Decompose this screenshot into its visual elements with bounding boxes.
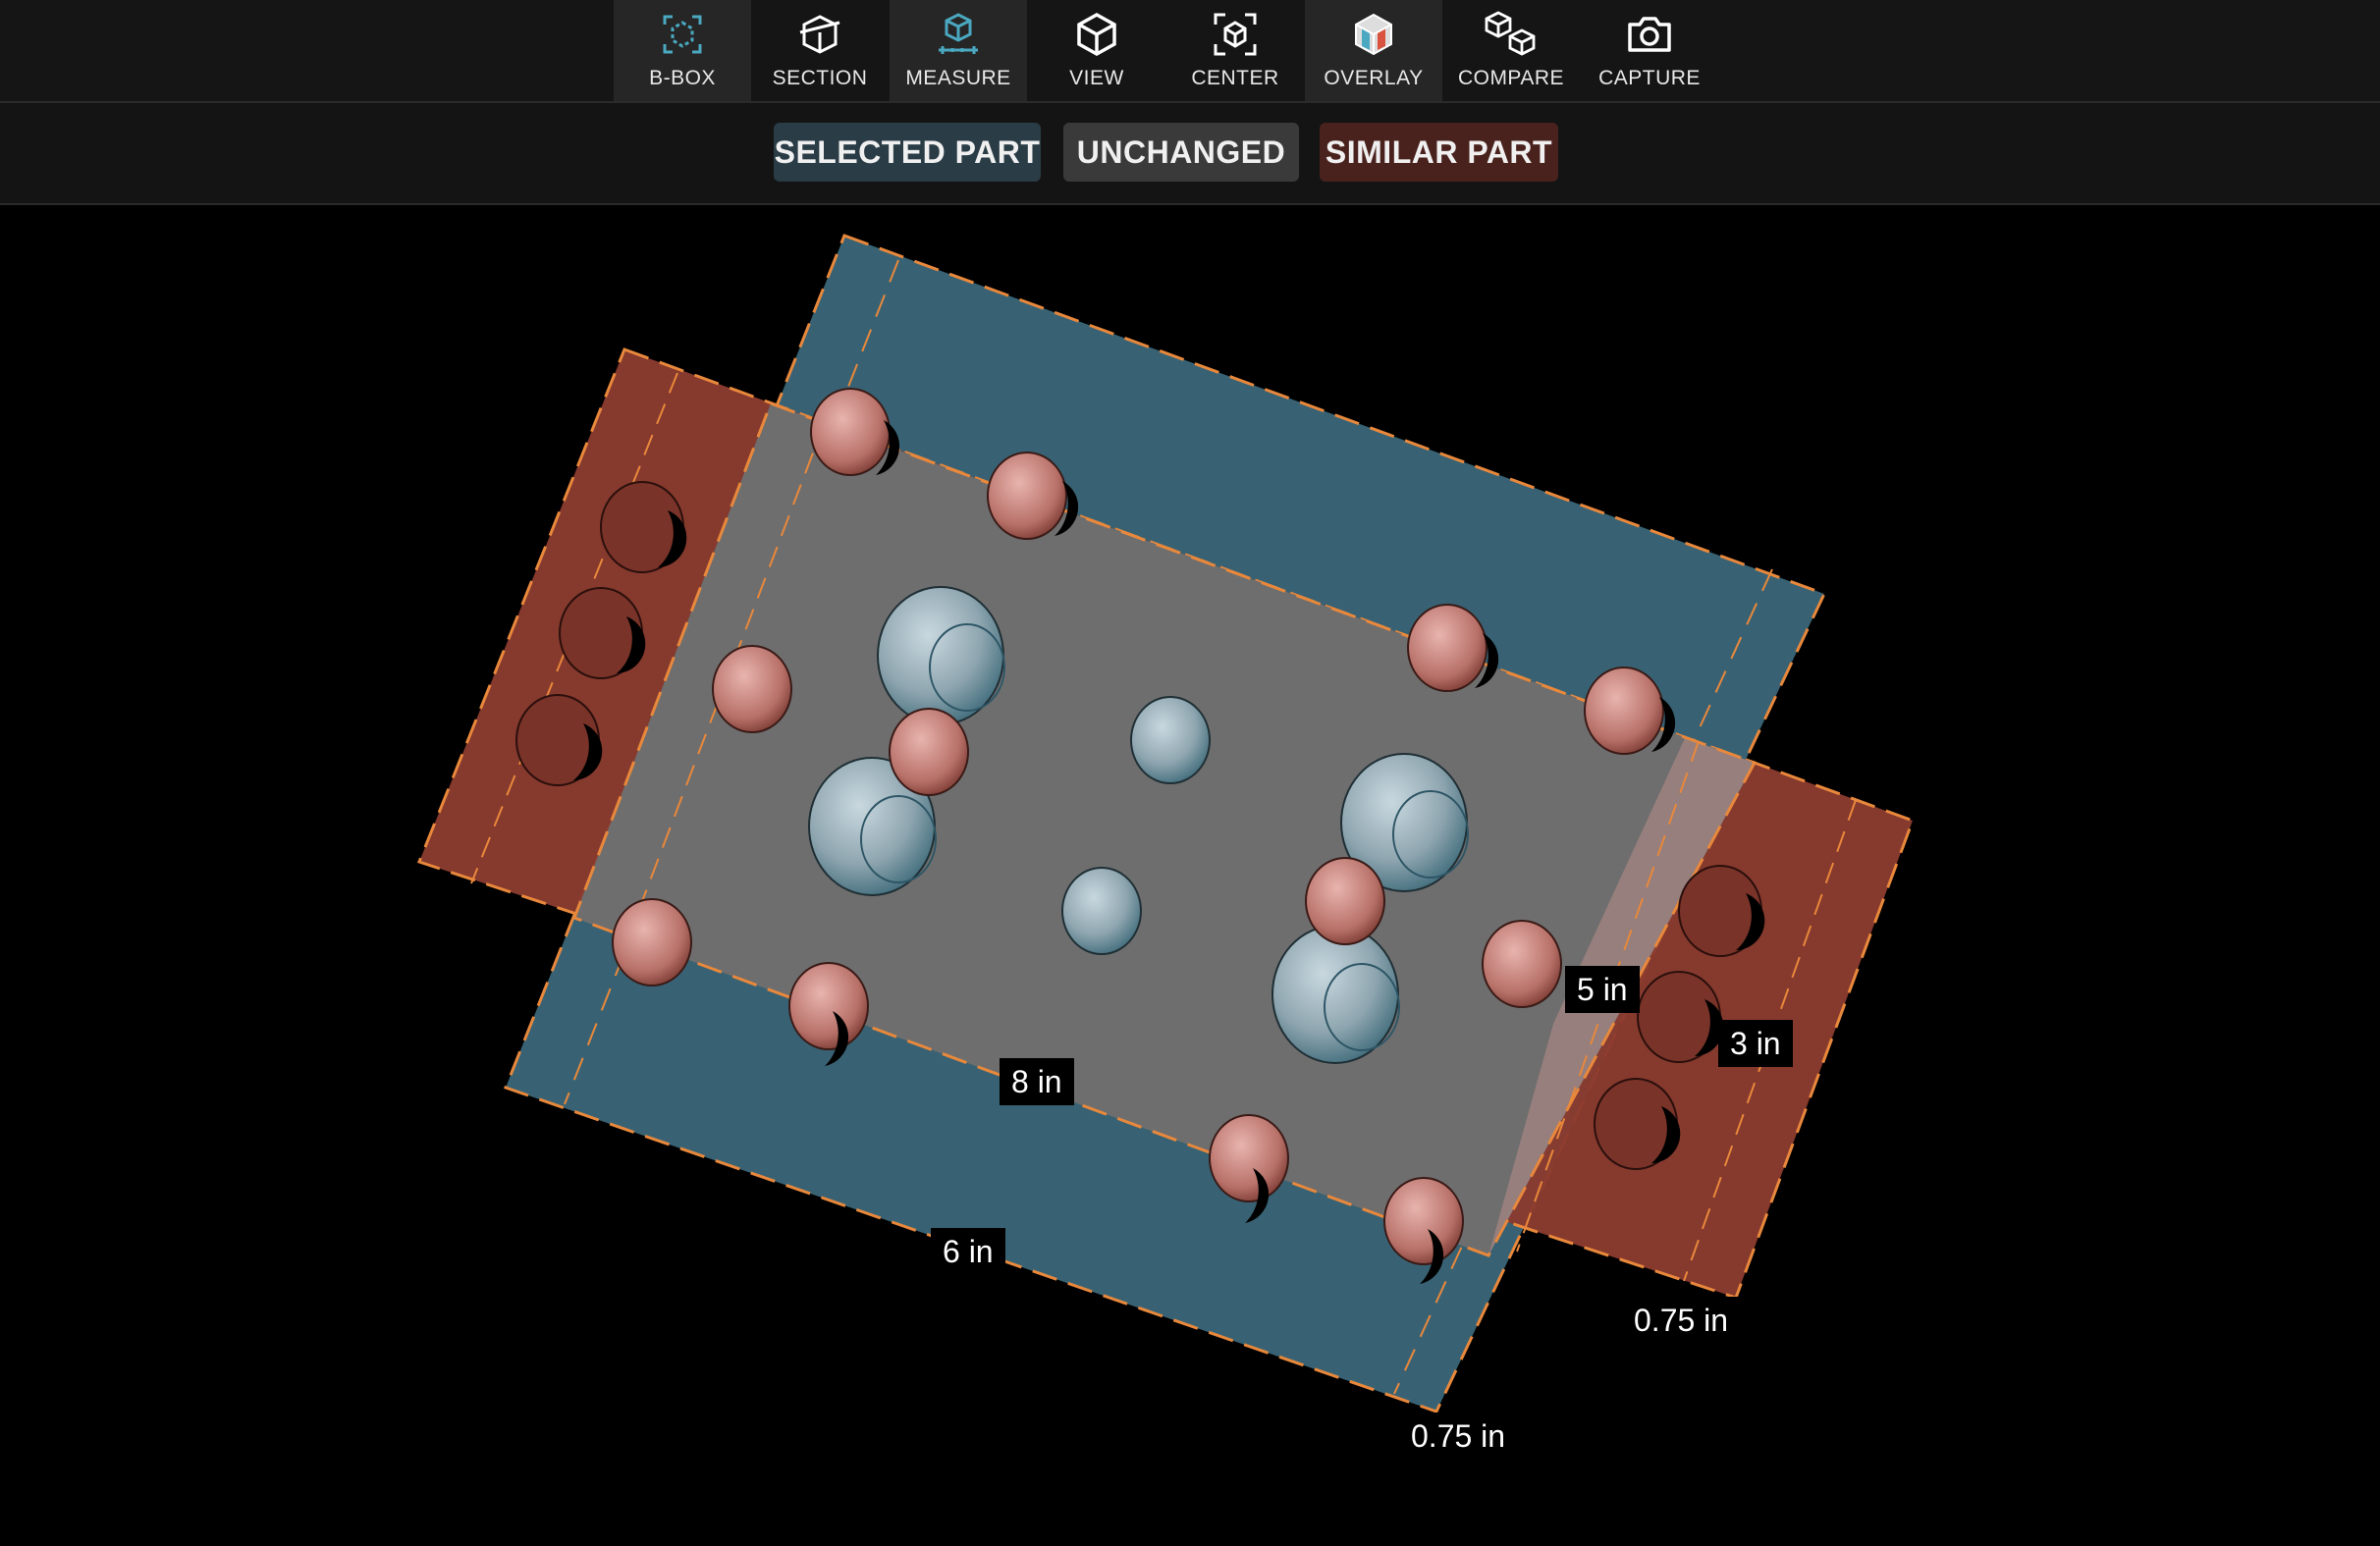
measure-label: MEASURE — [905, 67, 1011, 89]
dimension-label-0-75in-right: 0.75 in — [1622, 1297, 1741, 1344]
dimension-label-0-75in-bottom: 0.75 in — [1399, 1413, 1518, 1460]
overlay-icon — [1345, 6, 1402, 63]
view-label: VIEW — [1069, 67, 1124, 89]
center-label: CENTER — [1191, 67, 1279, 89]
center-button[interactable]: CENTER — [1166, 0, 1304, 101]
bbox-button[interactable]: B-BOX — [614, 0, 751, 101]
compare-icon — [1483, 6, 1540, 63]
overlay-button[interactable]: OVERLAY — [1305, 0, 1442, 101]
dimension-label-3in: 3 in — [1718, 1020, 1793, 1067]
bbox-label: B-BOX — [649, 67, 716, 89]
camera-icon — [1621, 6, 1678, 63]
model-canvas[interactable] — [0, 205, 2380, 1541]
dimension-label-6in: 6 in — [931, 1228, 1005, 1275]
bbox-icon — [654, 6, 711, 63]
capture-button[interactable]: CAPTURE — [1581, 0, 1718, 101]
capture-label: CAPTURE — [1598, 67, 1701, 89]
section-button[interactable]: SECTION — [751, 0, 889, 101]
view-cube-icon — [1068, 6, 1125, 63]
legend-similar-part[interactable]: SIMILAR PART — [1320, 123, 1558, 182]
overlay-label: OVERLAY — [1324, 67, 1424, 89]
legend-unchanged[interactable]: UNCHANGED — [1063, 123, 1299, 182]
dimension-label-8in: 8 in — [1000, 1058, 1074, 1105]
legend-bar: SELECTED PART UNCHANGED SIMILAR PART — [0, 103, 2380, 205]
top-toolbar: B-BOX SECTION MEASURE VIEW CENTER OVERLA… — [0, 0, 2380, 103]
section-label: SECTION — [772, 67, 868, 89]
3d-viewport[interactable]: 5 in 3 in 8 in 6 in 0.75 in 0.75 in — [0, 205, 2380, 1541]
legend-selected-part[interactable]: SELECTED PART — [774, 123, 1041, 182]
compare-button[interactable]: COMPARE — [1442, 0, 1580, 101]
section-icon — [791, 6, 848, 63]
center-icon — [1207, 6, 1264, 63]
measure-icon — [930, 6, 987, 63]
measure-button[interactable]: MEASURE — [890, 0, 1027, 101]
dimension-label-5in: 5 in — [1565, 966, 1640, 1013]
view-button[interactable]: VIEW — [1028, 0, 1165, 101]
compare-label: COMPARE — [1457, 67, 1565, 89]
